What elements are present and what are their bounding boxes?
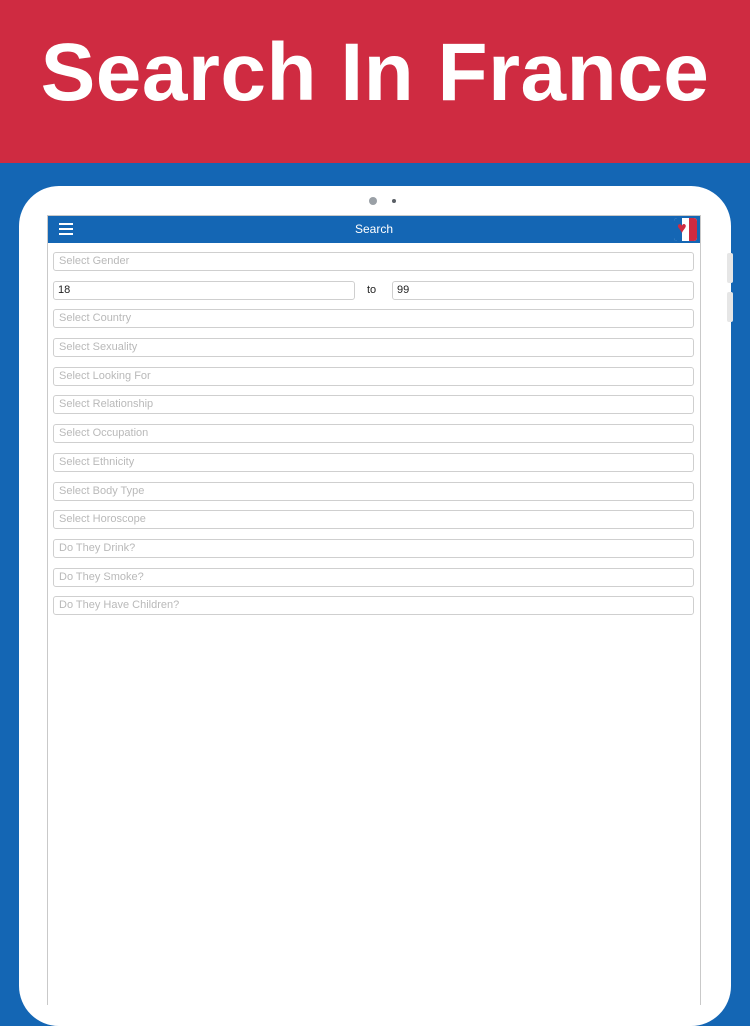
select-placeholder: Select Relationship	[59, 398, 154, 411]
relationship-select[interactable]: Select Relationship	[53, 395, 694, 415]
smoke-select[interactable]: Do They Smoke?	[53, 567, 694, 587]
promo-banner: Search In France	[0, 0, 750, 163]
ethnicity-select[interactable]: Select Ethnicity	[53, 452, 694, 472]
gender-select[interactable]: Select Gender	[53, 252, 694, 271]
select-placeholder: Select Occupation	[59, 427, 149, 440]
body-type-select[interactable]: Select Body Type	[53, 481, 694, 501]
sexuality-select[interactable]: Select Sexuality	[53, 338, 694, 358]
drink-select[interactable]: Do They Drink?	[53, 538, 694, 558]
volume-up-button	[727, 253, 733, 283]
age-min-input[interactable]: 18	[53, 280, 355, 300]
age-range-row: 18 to 99	[53, 280, 694, 300]
search-form: Select Gender 18 to 99 Select Country Se…	[53, 252, 694, 625]
age-range-separator: to	[367, 283, 377, 296]
banner-title: Search In France	[40, 26, 710, 118]
select-placeholder: Do They Drink?	[59, 541, 136, 554]
select-placeholder: Do They Have Children?	[59, 599, 180, 612]
horoscope-select[interactable]: Select Horoscope	[53, 510, 694, 530]
camera-icon	[369, 197, 377, 205]
occupation-select[interactable]: Select Occupation	[53, 424, 694, 444]
looking-for-select[interactable]: Select Looking For	[53, 366, 694, 386]
page-title: Search	[354, 222, 394, 236]
app-logo-icon[interactable]: ♥	[674, 218, 697, 241]
select-placeholder: Select Ethnicity	[59, 455, 135, 468]
gender-placeholder: Select Gender	[59, 255, 130, 267]
select-placeholder: Do They Smoke?	[59, 570, 144, 583]
select-placeholder: Select Horoscope	[59, 513, 146, 526]
nav-bar: Search ♥	[48, 216, 700, 243]
age-max-input[interactable]: 99	[392, 280, 694, 300]
app-screen: Search ♥ Select Gender 18 to 99 Select C…	[47, 215, 701, 1005]
country-select[interactable]: Select Country	[53, 309, 694, 329]
children-select[interactable]: Do They Have Children?	[53, 596, 694, 616]
volume-down-button	[727, 292, 733, 322]
select-placeholder: Select Looking For	[59, 369, 151, 382]
select-placeholder: Select Body Type	[59, 484, 145, 497]
select-placeholder: Select Sexuality	[59, 341, 138, 354]
sensor-dot	[392, 199, 396, 203]
select-placeholder: Select Country	[59, 312, 132, 325]
